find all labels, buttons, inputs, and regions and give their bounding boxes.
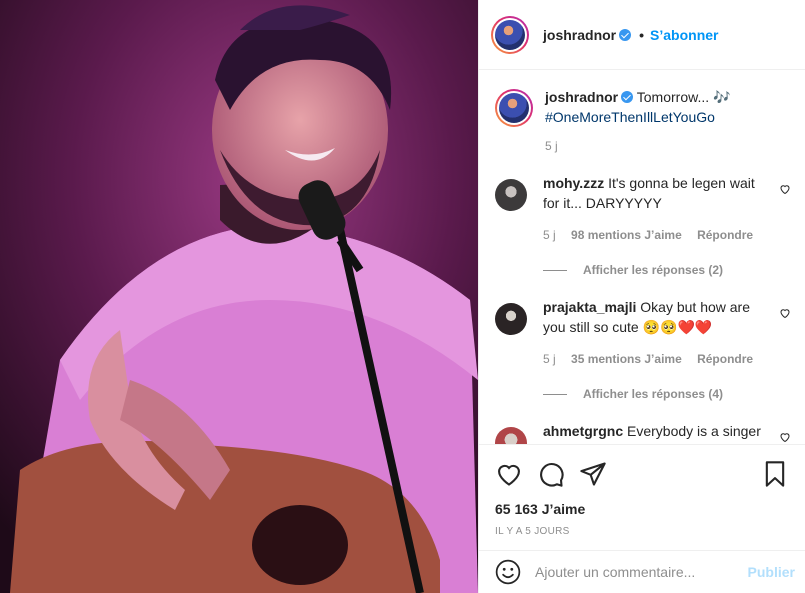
comment-likes[interactable]: 98 mentions J’aime (571, 228, 682, 242)
caption-avatar[interactable] (495, 89, 533, 127)
post-timestamp: IL Y A 5 JOURS (495, 526, 570, 537)
author-username[interactable]: joshradnor (543, 27, 616, 43)
commenter-avatar[interactable] (495, 179, 527, 211)
like-heart-icon[interactable] (495, 460, 523, 488)
replies-divider (543, 269, 567, 271)
post-photo[interactable] (0, 0, 478, 593)
verified-badge-icon (619, 28, 632, 41)
comment-likes[interactable]: 35 mentions J’aime (571, 352, 682, 366)
likes-count[interactable]: 65 163 J’aime (495, 501, 789, 517)
separator-dot: • (639, 26, 645, 43)
commenter-username[interactable]: mohy.zzz (543, 175, 604, 191)
comment-time: 5 j (543, 352, 556, 366)
share-paper-plane-icon[interactable] (579, 460, 607, 488)
view-replies-button[interactable]: Afficher les réponses (2) (543, 263, 795, 277)
like-comment-heart-icon[interactable] (779, 183, 791, 195)
view-replies-label: Afficher les réponses (4) (583, 387, 724, 401)
concert-photo (0, 0, 478, 593)
comment-input[interactable] (535, 564, 748, 580)
author-avatar[interactable] (491, 15, 529, 54)
commenter-avatar[interactable] (495, 427, 527, 444)
post-header: joshradnor • S’abonner (479, 0, 805, 70)
reply-button[interactable]: Répondre (697, 228, 753, 242)
like-comment-heart-icon[interactable] (779, 431, 791, 443)
comments-list[interactable]: joshradnor Tomorrow... 🎶 #OneMoreThenIll… (479, 71, 805, 444)
caption-text: Tomorrow... 🎶 (636, 89, 731, 105)
post-actions: 65 163 J’aime IL Y A 5 JOURS (479, 444, 805, 550)
follow-button[interactable]: S’abonner (650, 27, 718, 43)
like-comment-heart-icon[interactable] (779, 307, 791, 319)
comment-meta: 5 j 35 mentions J’aime Répondre (543, 349, 769, 369)
caption: joshradnor Tomorrow... 🎶 #OneMoreThenIll… (495, 71, 795, 127)
caption-username[interactable]: joshradnor (545, 89, 618, 105)
comment: ahmetgrgnc Everybody is a singer (495, 423, 795, 444)
comment-time: 5 j (543, 228, 556, 242)
comment: prajakta_majli Okay but how are you stil… (495, 299, 795, 369)
commenter-avatar[interactable] (495, 303, 527, 335)
emoji-smiley-icon[interactable] (495, 559, 521, 585)
view-replies-button[interactable]: Afficher les réponses (4) (543, 387, 795, 401)
comment-meta: 5 j 98 mentions J’aime Répondre (543, 225, 769, 245)
comment: mohy.zzz It's gonna be legen wait for it… (495, 175, 795, 245)
verified-badge-icon (621, 91, 634, 103)
post-side-panel: joshradnor • S’abonner joshradnor Tomorr… (478, 0, 805, 593)
view-replies-label: Afficher les réponses (2) (583, 263, 724, 277)
comment-bubble-icon[interactable] (537, 460, 565, 488)
commenter-username[interactable]: ahmetgrgnc (543, 423, 623, 439)
reply-button[interactable]: Répondre (697, 352, 753, 366)
caption-time: 5 j (545, 139, 558, 153)
replies-divider (543, 393, 567, 395)
comment-text: Everybody is a singer (627, 423, 761, 439)
save-bookmark-icon[interactable] (761, 460, 789, 488)
publish-button[interactable]: Publier (748, 564, 795, 580)
caption-hashtag[interactable]: #OneMoreThenIllLetYouGo (545, 109, 715, 125)
commenter-username[interactable]: prajakta_majli (543, 299, 636, 315)
add-comment-bar: Publier (479, 550, 805, 593)
